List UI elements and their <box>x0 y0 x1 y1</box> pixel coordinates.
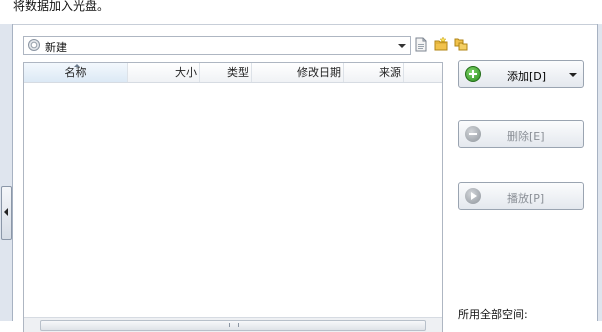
left-pane-edge <box>0 24 13 321</box>
instruction-text: 将数据加入光盘。 <box>13 0 110 13</box>
copy-icon[interactable] <box>454 37 468 52</box>
horizontal-scrollbar[interactable] <box>24 317 442 332</box>
column-header-size[interactable]: 大小 <box>128 63 200 82</box>
divider <box>12 24 598 25</box>
file-list[interactable]: 名称 大小 类型 修改日期 来源 <box>23 62 443 332</box>
space-used-label: 所用全部空间: <box>458 308 528 321</box>
chevron-down-icon[interactable] <box>398 44 406 48</box>
new-file-icon[interactable] <box>414 37 428 52</box>
right-pane-edge <box>597 24 602 321</box>
play-button[interactable]: 播放[P] <box>458 182 584 210</box>
chevron-left-icon <box>4 208 8 216</box>
play-icon <box>465 188 481 204</box>
burn-data-window: 将数据加入光盘。 新建 名称 大小 类型 修改日期 来源 添加[D] 删除[E]… <box>0 0 602 332</box>
path-value: 新建 <box>45 41 67 54</box>
sort-ascending-icon <box>74 64 80 67</box>
add-button[interactable]: 添加[D] <box>458 60 584 88</box>
remove-button-label: 删除[E] <box>507 130 545 143</box>
column-header-source[interactable]: 来源 <box>344 63 404 82</box>
scrollbar-thumb[interactable] <box>40 320 426 331</box>
collapse-pane-button[interactable] <box>1 186 12 240</box>
column-header-date[interactable]: 修改日期 <box>252 63 344 82</box>
add-button-label: 添加[D] <box>507 70 547 83</box>
grip-icon <box>229 323 239 327</box>
column-header-type[interactable]: 类型 <box>200 63 252 82</box>
new-folder-icon[interactable] <box>434 37 448 52</box>
path-dropdown[interactable]: 新建 <box>23 36 411 55</box>
remove-icon <box>465 126 481 142</box>
add-icon <box>465 66 481 82</box>
play-button-label: 播放[P] <box>507 192 545 205</box>
chevron-down-icon[interactable] <box>569 73 577 77</box>
disc-icon <box>28 39 40 51</box>
remove-button[interactable]: 删除[E] <box>458 120 584 148</box>
list-header: 名称 大小 类型 修改日期 来源 <box>24 63 442 83</box>
